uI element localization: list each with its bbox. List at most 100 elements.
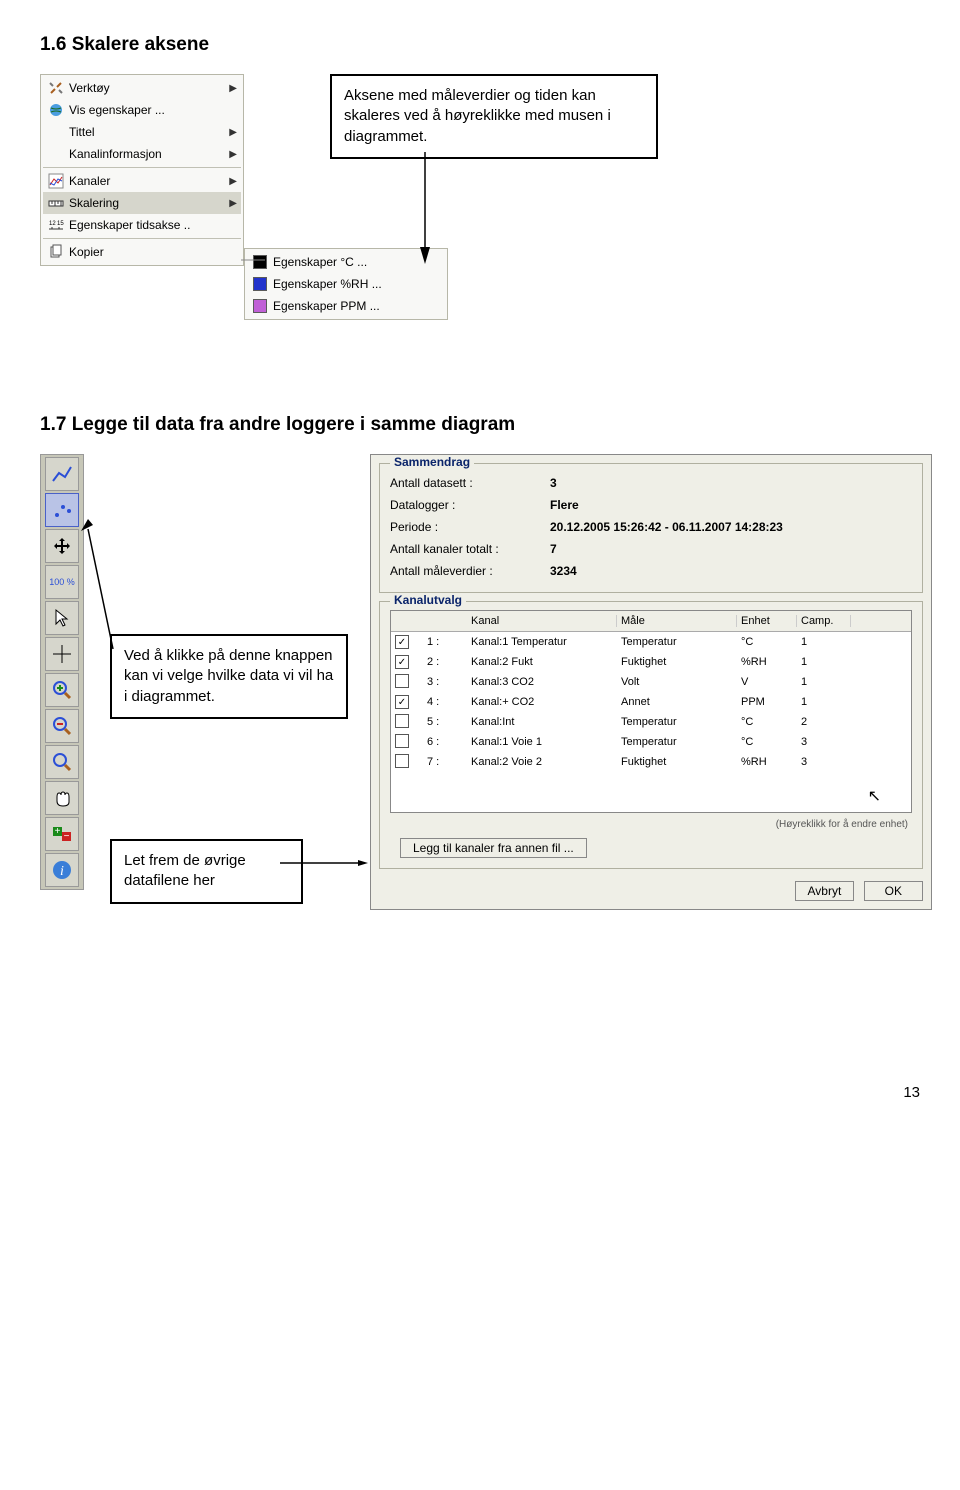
menu-item-label: Kanalinformasjon (69, 147, 229, 161)
table-row[interactable]: ✓ 1 :Kanal:1 TemperaturTemperatur°C1 (391, 632, 911, 652)
row-maale: Temperatur (617, 636, 737, 648)
row-index: 4 : (423, 696, 467, 708)
tool-pointer[interactable] (45, 601, 79, 635)
row-maale: Annet (617, 696, 737, 708)
row-enhet: °C (737, 636, 797, 648)
tool-zoom-area[interactable] (45, 745, 79, 779)
menu-item-label: Tittel (69, 125, 229, 139)
submenu-item[interactable]: Egenskaper °C ... (247, 251, 445, 273)
submenu-label: Egenskaper PPM ... (273, 299, 441, 313)
row-kanal: Kanal:1 Voie 1 (467, 736, 617, 748)
row-checkbox[interactable] (395, 674, 409, 688)
table-row[interactable]: ✓4 :Kanal:+ CO2AnnetPPM1 (391, 692, 911, 712)
svg-text:+: + (55, 826, 61, 837)
add-file-button[interactable]: Legg til kanaler fra annen fil ... (400, 838, 587, 858)
row-index: 1 : (423, 636, 467, 648)
row-checkbox[interactable]: ✓ (395, 655, 409, 669)
row-camp: 1 (797, 676, 851, 688)
menu-item[interactable]: Tittel▶ (43, 121, 241, 143)
timeaxis-icon: 1215 (43, 217, 69, 233)
row-maale: Volt (617, 676, 737, 688)
sammendrag-group: Sammendrag Antall datasett :3Datalogger … (379, 463, 923, 593)
heading-1-6: 1.6 Skalere aksene (40, 34, 920, 56)
tool-move[interactable] (45, 529, 79, 563)
summary-value: Flere (550, 498, 579, 512)
tool-zoom-out[interactable] (45, 709, 79, 743)
row-camp: 1 (797, 656, 851, 668)
menu-separator (43, 167, 241, 168)
summary-row: Antall datasett :3 (390, 472, 912, 494)
tool-pan[interactable] (45, 781, 79, 815)
color-swatch-icon (247, 277, 273, 291)
connector-line-icon (241, 259, 265, 261)
summary-key: Antall kanaler totalt : (390, 542, 550, 556)
callout-skalere: Aksene med måleverdier og tiden kan skal… (330, 74, 658, 159)
table-row[interactable]: ✓2 :Kanal:2 FuktFuktighet%RH1 (391, 652, 911, 672)
menu-item-label: Kopier (69, 245, 237, 259)
menu-item[interactable]: Kanalinformasjon▶ (43, 143, 241, 165)
summary-key: Antall måleverdier : (390, 564, 550, 578)
row-checkbox[interactable]: ✓ (395, 695, 409, 709)
submenu-item[interactable]: Egenskaper PPM ... (247, 295, 445, 317)
globe-icon (43, 102, 69, 118)
table-row[interactable]: 7 :Kanal:2 Voie 2Fuktighet%RH3 (391, 752, 911, 772)
connector-arrow-up-icon (78, 519, 118, 659)
cursor-icon: ↖ (868, 786, 881, 806)
row-index: 7 : (423, 756, 467, 768)
menu-item[interactable]: 1215Egenskaper tidsakse .. (43, 214, 241, 236)
tool-scatter[interactable] (45, 493, 79, 527)
submenu-label: Egenskaper %RH ... (273, 277, 441, 291)
tool-crosshair[interactable] (45, 637, 79, 671)
summary-row: Periode :20.12.2005 15:26:42 - 06.11.200… (390, 516, 912, 538)
row-enhet: %RH (737, 756, 797, 768)
row-kanal: Kanal:1 Temperatur (467, 636, 617, 648)
row-checkbox[interactable] (395, 734, 409, 748)
tool-zoom-100[interactable]: 100 % (45, 565, 79, 599)
menu-item-label: Verktøy (69, 81, 229, 95)
summary-row: Datalogger :Flere (390, 494, 912, 516)
row-camp: 3 (797, 756, 851, 768)
row-index: 3 : (423, 676, 467, 688)
menu-item-label: Vis egenskaper ... (69, 103, 237, 117)
row-enhet: °C (737, 736, 797, 748)
menu-item[interactable]: Vis egenskaper ... (43, 99, 241, 121)
table-row[interactable]: 5 :Kanal:IntTemperatur°C2 (391, 712, 911, 732)
submenu-item[interactable]: Egenskaper %RH ... (247, 273, 445, 295)
color-swatch-icon (247, 255, 273, 269)
page-number: 13 (40, 1084, 920, 1101)
connector-arrow-right-icon (280, 860, 370, 866)
summary-value: 3 (550, 476, 557, 490)
menu-item-label: Kanaler (69, 174, 229, 188)
menu-item[interactable]: Skalering▶ (43, 192, 241, 214)
row-checkbox[interactable] (395, 754, 409, 768)
channel-dialog: Sammendrag Antall datasett :3Datalogger … (370, 454, 932, 910)
row-camp: 1 (797, 636, 851, 648)
arrow-down-icon (420, 152, 430, 272)
menu-item[interactable]: Kopier (43, 241, 241, 263)
row-index: 6 : (423, 736, 467, 748)
summary-row: Antall måleverdier :3234 (390, 560, 912, 582)
row-maale: Fuktighet (617, 756, 737, 768)
ok-button[interactable]: OK (864, 881, 923, 901)
zoom-100-label: 100 % (49, 577, 75, 587)
menu-item[interactable]: Kanaler▶ (43, 170, 241, 192)
tool-info[interactable]: i (45, 853, 79, 887)
hint-rightclick: (Høyreklikk for å endre enhet) (390, 813, 912, 830)
tool-line-chart[interactable] (45, 457, 79, 491)
summary-value: 20.12.2005 15:26:42 - 06.11.2007 14:28:2… (550, 520, 783, 534)
menu-separator (43, 238, 241, 239)
row-camp: 1 (797, 696, 851, 708)
menu-item[interactable]: Verktøy▶ (43, 77, 241, 99)
row-kanal: Kanal:3 CO2 (467, 676, 617, 688)
cancel-button[interactable]: Avbryt (795, 881, 855, 901)
row-checkbox[interactable] (395, 714, 409, 728)
tool-zoom-in[interactable] (45, 673, 79, 707)
table-row[interactable]: 3 :Kanal:3 CO2VoltV1 (391, 672, 911, 692)
table-header-cell: Enhet (737, 615, 797, 627)
tool-plusminus[interactable]: +− (45, 817, 79, 851)
ruler-icon (43, 195, 69, 211)
row-checkbox[interactable]: ✓ (395, 635, 409, 649)
row-maale: Fuktighet (617, 656, 737, 668)
table-row[interactable]: 6 :Kanal:1 Voie 1Temperatur°C3 (391, 732, 911, 752)
menu-item-label: Egenskaper tidsakse .. (69, 218, 237, 232)
